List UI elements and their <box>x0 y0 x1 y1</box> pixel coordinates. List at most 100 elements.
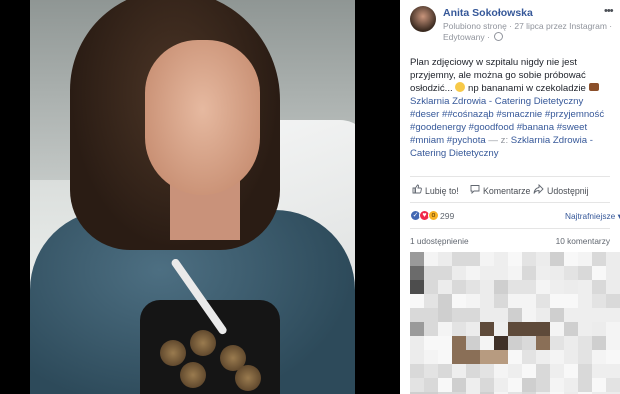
pixel-block <box>410 308 424 322</box>
pixel-block <box>606 280 620 294</box>
pixel-block <box>438 350 452 364</box>
pixel-block <box>522 294 536 308</box>
pixel-block <box>578 364 592 378</box>
pixel-block <box>424 322 438 336</box>
pixel-block <box>522 308 536 322</box>
pixel-block <box>522 252 536 266</box>
pixel-block <box>606 308 620 322</box>
pixel-block <box>508 378 522 392</box>
pixel-block <box>452 350 466 364</box>
pixel-block <box>536 308 550 322</box>
like-button[interactable]: Lubię to! <box>412 184 459 196</box>
pixel-block <box>564 308 578 322</box>
pixel-block <box>522 350 536 364</box>
pixel-block <box>452 280 466 294</box>
pixel-block <box>480 336 494 350</box>
pixel-block <box>606 336 620 350</box>
pixel-block <box>564 280 578 294</box>
comment-sort-dropdown[interactable]: Najtrafniejsze ▾ <box>565 211 620 221</box>
pixel-block <box>466 378 480 392</box>
pixel-block <box>424 294 438 308</box>
pixel-block <box>592 294 606 308</box>
pixel-block <box>480 322 494 336</box>
pixel-block <box>494 350 508 364</box>
pixel-block <box>410 252 424 266</box>
pixel-block <box>424 266 438 280</box>
comments-count[interactable]: 10 komentarzy <box>556 236 610 246</box>
pixel-block <box>536 294 550 308</box>
more-horizontal-icon[interactable]: ••• <box>604 5 614 17</box>
post-edited: Edytowany · <box>443 32 504 42</box>
pixel-block <box>578 322 592 336</box>
pixel-block <box>452 266 466 280</box>
pixel-block <box>578 308 592 322</box>
pixel-block <box>452 294 466 308</box>
comment-bubble-icon <box>470 184 480 196</box>
pixel-block <box>592 308 606 322</box>
pixel-block <box>494 294 508 308</box>
comment-button[interactable]: Komentarze <box>470 184 530 196</box>
pixel-block <box>466 364 480 378</box>
pixel-block <box>536 350 550 364</box>
pixel-block <box>424 336 438 350</box>
pixel-block <box>494 336 508 350</box>
pixel-block <box>438 266 452 280</box>
share-button[interactable]: Udostępnij <box>533 183 589 196</box>
pixel-block <box>536 322 550 336</box>
reaction-count[interactable]: 299 <box>440 211 454 221</box>
pixel-block <box>410 378 424 392</box>
pixel-block <box>592 364 606 378</box>
pixel-block <box>592 266 606 280</box>
pixel-block <box>452 378 466 392</box>
pixel-block <box>606 364 620 378</box>
pixel-block <box>508 336 522 350</box>
pixel-block <box>480 280 494 294</box>
pixel-block <box>424 350 438 364</box>
pixel-block <box>522 280 536 294</box>
photo-image <box>30 0 355 394</box>
like-label: Lubię to! <box>425 186 459 196</box>
pixel-block <box>466 252 480 266</box>
pixel-block <box>438 280 452 294</box>
pixel-block <box>592 252 606 266</box>
pixel-block <box>606 266 620 280</box>
divider-actions <box>410 202 610 203</box>
pixel-block <box>592 322 606 336</box>
pixel-block <box>466 308 480 322</box>
pixel-block <box>424 364 438 378</box>
pixel-block <box>578 280 592 294</box>
pixel-block <box>550 252 564 266</box>
shares-count[interactable]: 1 udostępnienie <box>410 236 469 246</box>
edited-label[interactable]: Edytowany · <box>443 32 490 42</box>
pixel-block <box>438 308 452 322</box>
pixel-block <box>550 336 564 350</box>
pixel-block <box>536 364 550 378</box>
pixel-block <box>536 336 550 350</box>
pixel-block <box>480 364 494 378</box>
pixel-block <box>466 322 480 336</box>
post-photo[interactable] <box>0 0 400 394</box>
pixel-block <box>466 336 480 350</box>
pixel-block <box>452 308 466 322</box>
pixel-block <box>536 266 550 280</box>
pixel-block <box>550 280 564 294</box>
pixel-block <box>410 280 424 294</box>
author-name[interactable]: Anita Sokołowska <box>443 7 533 19</box>
pixel-block <box>508 350 522 364</box>
divider-top <box>410 176 610 177</box>
author-avatar[interactable] <box>410 6 436 32</box>
pixel-block <box>592 378 606 392</box>
pixel-block <box>578 378 592 392</box>
pixel-block <box>508 308 522 322</box>
pixel-block <box>592 280 606 294</box>
page-link-1[interactable]: Szklarnia Zdrowia - Catering Dietetyczny <box>410 96 583 107</box>
share-label: Udostępnij <box>547 186 589 196</box>
pixel-block <box>410 294 424 308</box>
pixelated-comments <box>410 252 620 394</box>
pixel-block <box>508 322 522 336</box>
pixel-block <box>466 350 480 364</box>
pixel-block <box>606 294 620 308</box>
pixel-block <box>494 280 508 294</box>
pixel-block <box>480 252 494 266</box>
pixel-block <box>452 336 466 350</box>
